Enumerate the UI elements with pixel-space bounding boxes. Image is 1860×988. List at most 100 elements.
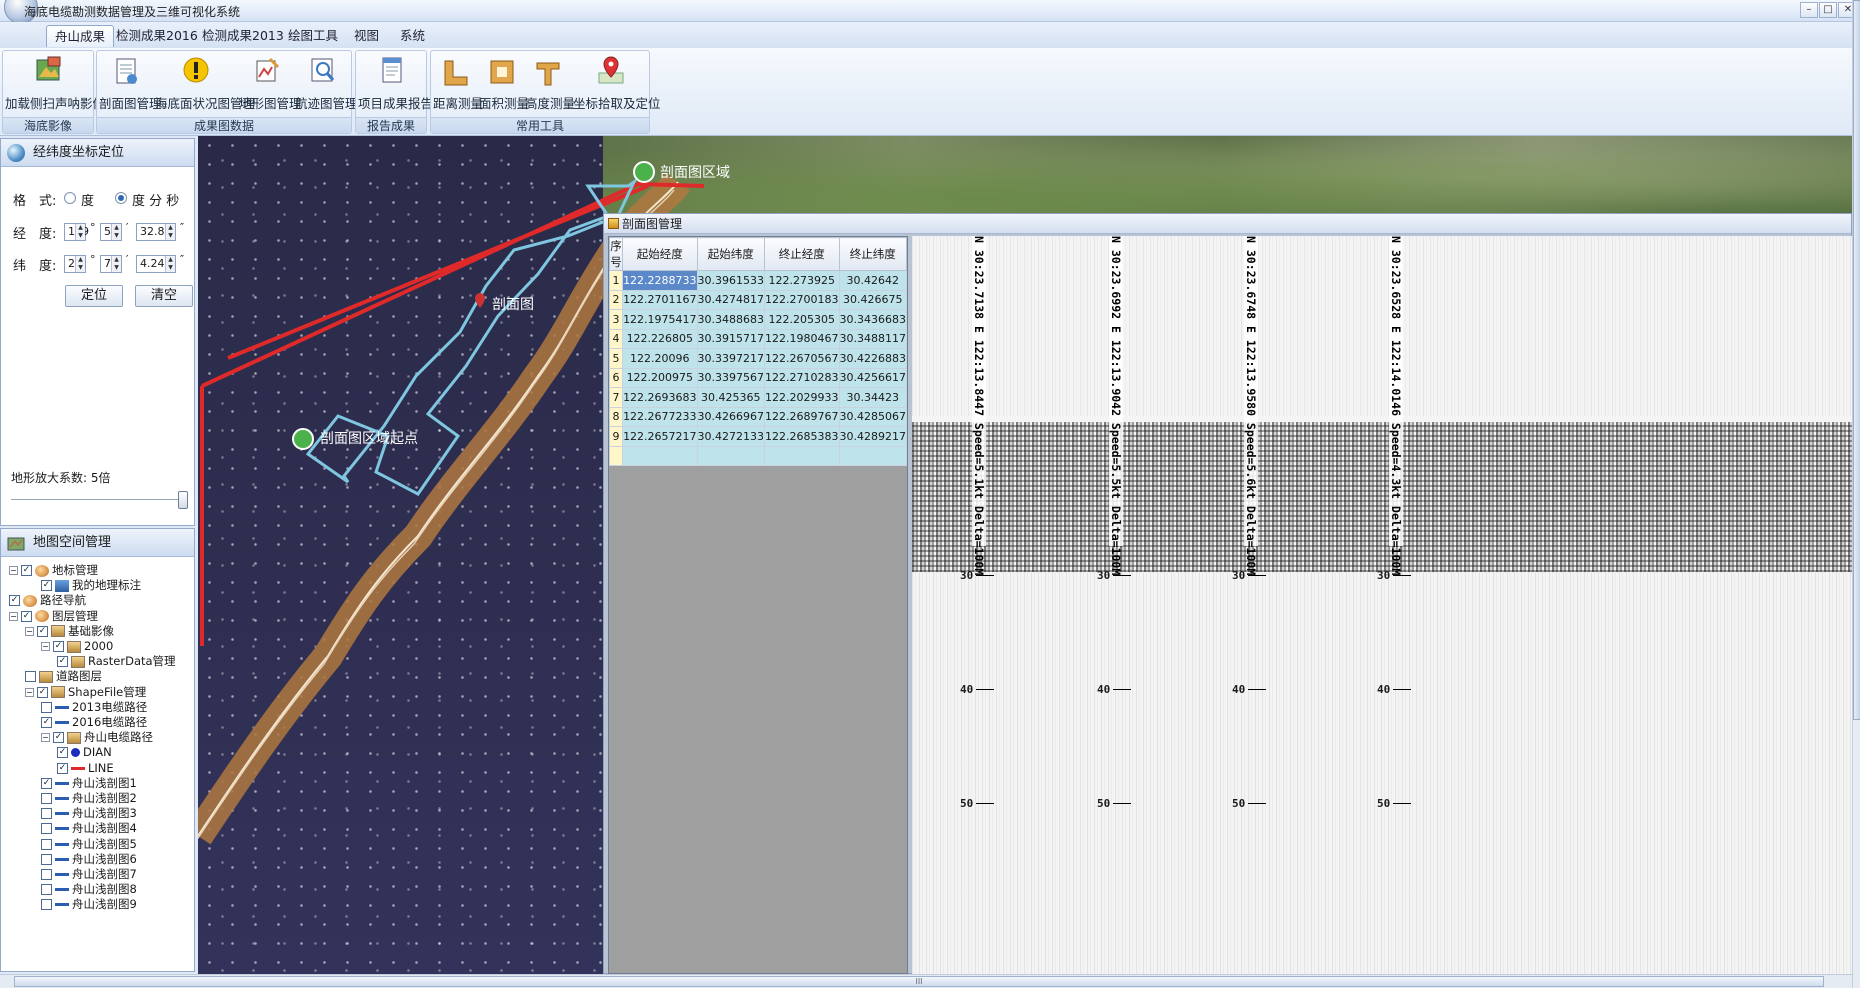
table-cell[interactable]: 122.2670567 <box>764 348 840 369</box>
table-new-row[interactable] <box>608 445 908 466</box>
table-cell[interactable]: 30.4226883 <box>838 348 908 369</box>
table-cell[interactable]: 30.3961533 <box>696 270 766 291</box>
table-cell[interactable]: 9 <box>608 426 624 447</box>
table-cell[interactable]: 122.2693683 <box>622 387 698 408</box>
profile-window-header[interactable]: 剖面图管理 <box>604 214 1851 234</box>
coord-pick-button[interactable]: 坐标拾取及定位 <box>573 53 661 115</box>
table-cell[interactable]: 30.3488683 <box>696 309 766 330</box>
layer-tree-item[interactable]: 道路图层 <box>25 669 102 684</box>
layer-checkbox[interactable]: ✓ <box>41 777 52 789</box>
table-cell[interactable]: 30.3436683 <box>838 309 908 330</box>
format-dms-radio[interactable] <box>115 192 127 204</box>
table-cell[interactable] <box>622 445 698 466</box>
layer-checkbox[interactable]: ✓ <box>21 565 32 576</box>
layer-checkbox[interactable]: ✓ <box>9 595 20 607</box>
terrain-scale-slider-thumb[interactable] <box>178 491 188 509</box>
table-cell[interactable]: 122.2700183 <box>764 289 840 310</box>
table-cell[interactable]: 2 <box>608 289 624 310</box>
layer-checkbox[interactable]: ✓ <box>57 656 68 668</box>
layer-checkbox[interactable] <box>41 899 52 911</box>
expand-toggle-icon[interactable]: − <box>9 566 18 575</box>
distance-measure-button[interactable]: 距离测量 <box>433 53 483 115</box>
layer-tree-item[interactable]: ✓ 我的地理标注 <box>41 578 141 593</box>
table-cell[interactable]: 30.3397217 <box>696 348 766 369</box>
map-label-region-start[interactable]: 剖面图区域起点 <box>320 428 418 448</box>
table-cell[interactable]: 30.426675 <box>838 289 908 310</box>
table-cell[interactable]: 122.20096 <box>622 348 698 369</box>
table-cell[interactable]: 122.200975 <box>622 367 698 388</box>
layer-tree-item[interactable]: − ✓ 舟山电缆路径 <box>41 730 153 745</box>
table-row[interactable]: 2 122.2701167 30.4274817 122.2700183 30.4266… <box>608 289 908 310</box>
layer-checkbox[interactable] <box>41 793 52 804</box>
layer-tree-item[interactable]: ✓ RasterData管理 <box>57 654 176 669</box>
layer-tree-item[interactable]: ✓ LINE <box>57 761 114 776</box>
lon-min-input[interactable]: 57▲▼ <box>100 223 122 241</box>
load-sidescan-button[interactable]: 加载侧扫声呐影像 <box>5 53 105 115</box>
lon-sec-input[interactable]: 32.80 ▲ ▼ <box>136 223 176 241</box>
layer-checkbox[interactable] <box>25 671 36 683</box>
table-cell[interactable]: 122.226805 <box>622 328 698 349</box>
tab-zhoushan-results[interactable]: 舟山成果 <box>46 25 115 47</box>
layer-tree-item[interactable]: − ✓ 基础影像 <box>25 624 114 639</box>
expand-toggle-icon[interactable]: − <box>41 733 50 743</box>
layer-checkbox[interactable]: ✓ <box>41 580 52 592</box>
layer-checkbox[interactable] <box>41 884 52 896</box>
layer-tree-item[interactable]: 舟山浅剖图7 <box>41 867 137 882</box>
expand-toggle-icon[interactable]: − <box>41 642 50 651</box>
table-cell[interactable]: 8 <box>608 406 624 427</box>
format-degree-radio[interactable] <box>64 192 76 204</box>
layer-checkbox[interactable] <box>41 808 52 820</box>
layer-checkbox[interactable] <box>41 823 52 835</box>
lon-sec-stepper[interactable]: ▲ ▼ <box>165 224 175 240</box>
tab-drawing-tools[interactable]: 绘图工具 <box>280 25 346 47</box>
tab-view[interactable]: 视图 <box>346 25 387 47</box>
lat-min-stepper[interactable]: ▲ ▼ <box>111 256 121 272</box>
table-cell[interactable] <box>608 445 624 466</box>
table-row[interactable]: 5 122.20096 30.3397217 122.2670567 30.422688… <box>608 348 908 369</box>
layer-checkbox[interactable] <box>41 838 52 850</box>
layer-checkbox[interactable]: ✓ <box>41 717 52 728</box>
tab-system[interactable]: 系统 <box>392 25 433 47</box>
table-cell[interactable]: 122.1980467 <box>764 328 840 349</box>
table-cell[interactable]: 30.4289217 <box>838 426 908 447</box>
table-header-cell[interactable]: 起始纬度 <box>696 237 766 271</box>
table-cell[interactable]: 122.2288733 <box>622 270 698 291</box>
table-cell[interactable]: 30.3397567 <box>696 367 766 388</box>
layer-checkbox[interactable]: ✓ <box>53 732 64 744</box>
table-cell[interactable] <box>696 445 766 466</box>
table-cell[interactable]: 7 <box>608 387 624 408</box>
clear-button[interactable]: 清空 <box>135 285 193 307</box>
horizontal-scrollbar[interactable]: III <box>0 974 1852 988</box>
table-header-cell[interactable]: 序号 <box>608 237 624 271</box>
table-cell[interactable]: 122.2677233 <box>622 406 698 427</box>
layer-checkbox[interactable]: ✓ <box>37 625 48 637</box>
vertical-scrollbar[interactable] <box>1852 0 1860 988</box>
layer-tree-item[interactable]: − ✓ 地标管理 <box>9 563 98 578</box>
layer-tree-item[interactable]: 舟山浅剖图4 <box>41 821 137 836</box>
sonar-profile-image[interactable]: N 30:23.7138 E 122:13.8447 Speed=5.1kt D… <box>912 236 1852 974</box>
table-cell[interactable]: 30.4256617 <box>838 367 908 388</box>
expand-toggle-icon[interactable]: − <box>9 611 18 621</box>
lat-min-input[interactable]: 7 ▲ ▼ <box>100 255 122 273</box>
table-cell[interactable]: 122.2029933 <box>764 387 840 408</box>
table-cell[interactable]: 122.2710283 <box>764 367 840 388</box>
map-label-region-end[interactable]: 剖面图区域 <box>660 162 730 182</box>
layer-tree-item[interactable]: 舟山浅剖图8 <box>41 882 137 897</box>
map-label-profile[interactable]: 剖面图 <box>492 294 534 314</box>
table-cell[interactable] <box>838 445 908 466</box>
lat-deg-input[interactable]: 20▲▼ <box>64 255 86 273</box>
layer-tree-item[interactable]: 舟山浅剖图5 <box>41 837 137 852</box>
expand-toggle-icon[interactable]: − <box>25 626 34 636</box>
layer-tree-item[interactable]: 舟山浅剖图3 <box>41 806 137 821</box>
vertical-scroll-thumb[interactable] <box>1853 0 1860 720</box>
layer-tree-item[interactable]: ✓ 舟山浅剖图1 <box>41 776 137 791</box>
table-cell[interactable]: 1 <box>608 270 624 291</box>
table-cell[interactable]: 30.4266967 <box>696 406 766 427</box>
profile-manage-button[interactable]: 剖面图管理 <box>99 53 162 115</box>
track-map-button[interactable]: 航迹图管理 <box>295 53 358 115</box>
horizontal-scroll-thumb[interactable]: III <box>14 976 1824 987</box>
table-row[interactable]: 4 122.226805 30.3915717 122.1980467 30.34881… <box>608 328 908 349</box>
layer-tree-item[interactable]: − ✓ 2000 <box>41 639 113 654</box>
table-cell[interactable] <box>764 445 840 466</box>
layer-tree-item[interactable]: 舟山浅剖图6 <box>41 852 137 867</box>
